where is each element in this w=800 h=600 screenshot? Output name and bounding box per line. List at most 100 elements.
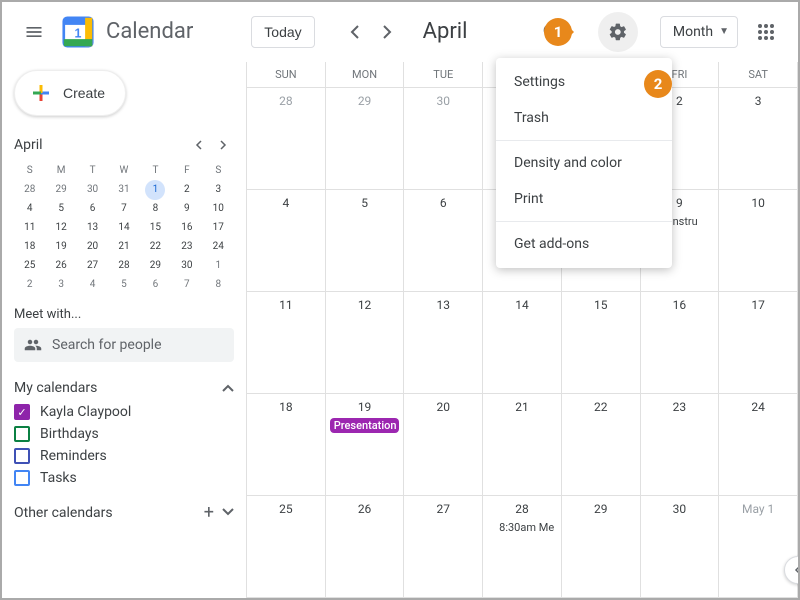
mini-day-cell[interactable]: 24	[203, 238, 234, 255]
day-number: 23	[645, 400, 715, 414]
day-cell[interactable]: 22	[562, 394, 641, 495]
day-cell[interactable]: 17	[719, 292, 798, 393]
mini-day-cell[interactable]: 7	[108, 200, 139, 217]
day-cell[interactable]: 288:30am Me	[483, 496, 562, 597]
mini-day-cell[interactable]: 29	[45, 181, 76, 198]
mini-day-cell[interactable]: 26	[45, 257, 76, 274]
mini-day-cell[interactable]: 18	[14, 238, 45, 255]
day-cell[interactable]: 30	[404, 88, 483, 189]
day-cell[interactable]: 25	[247, 496, 326, 597]
mini-day-cell[interactable]: 13	[77, 219, 108, 236]
day-cell[interactable]: 20	[404, 394, 483, 495]
mini-day-cell[interactable]: 8	[140, 200, 171, 217]
create-button[interactable]: Create	[14, 70, 126, 116]
other-calendars-toggle[interactable]: Other calendars +	[14, 504, 234, 522]
today-button[interactable]: Today	[251, 16, 314, 48]
mini-day-cell[interactable]: 19	[45, 238, 76, 255]
mini-day-cell[interactable]: 6	[140, 276, 171, 293]
menu-item-print[interactable]: Print	[496, 181, 672, 217]
day-cell[interactable]: 3	[719, 88, 798, 189]
mini-day-cell[interactable]: 6	[77, 200, 108, 217]
mini-day-cell[interactable]: 20	[77, 238, 108, 255]
calendar-list-item[interactable]: Kayla Claypool	[14, 404, 234, 420]
mini-day-cell[interactable]: 16	[171, 219, 202, 236]
mini-day-cell[interactable]: 27	[77, 257, 108, 274]
calendar-list-item[interactable]: Birthdays	[14, 426, 234, 442]
mini-day-cell[interactable]: 22	[140, 238, 171, 255]
mini-day-cell[interactable]: 1	[140, 181, 171, 198]
day-cell[interactable]: May 1	[719, 496, 798, 597]
view-switcher[interactable]: Month ▼	[660, 16, 738, 48]
mini-day-cell[interactable]: 14	[108, 219, 139, 236]
mini-day-cell[interactable]: 31	[108, 181, 139, 198]
gear-icon	[608, 22, 628, 42]
mini-day-cell[interactable]: 2	[171, 181, 202, 198]
day-cell[interactable]: 10	[719, 190, 798, 291]
mini-day-cell[interactable]: 28	[108, 257, 139, 274]
mini-day-cell[interactable]: 17	[203, 219, 234, 236]
calendar-list-item[interactable]: Reminders	[14, 448, 234, 464]
mini-day-cell[interactable]: 25	[14, 257, 45, 274]
mini-day-cell[interactable]: 7	[171, 276, 202, 293]
google-apps-button[interactable]	[746, 12, 786, 52]
mini-day-cell[interactable]: 15	[140, 219, 171, 236]
day-cell[interactable]: 23	[641, 394, 720, 495]
mini-day-cell[interactable]: 3	[203, 181, 234, 198]
day-cell[interactable]: 15	[562, 292, 641, 393]
day-cell[interactable]: 16	[641, 292, 720, 393]
add-other-calendar-button[interactable]: +	[204, 504, 214, 522]
mini-day-cell[interactable]: 4	[14, 200, 45, 217]
mini-day-cell[interactable]: 5	[108, 276, 139, 293]
tutorial-callout-2: 2	[644, 70, 672, 98]
event-chip[interactable]: 8:30am Me	[487, 520, 557, 535]
day-number: 30	[408, 94, 478, 108]
day-cell[interactable]: 12	[326, 292, 405, 393]
calendar-list-item[interactable]: Tasks	[14, 470, 234, 486]
day-cell[interactable]: 11	[247, 292, 326, 393]
mini-day-cell[interactable]: 1	[203, 257, 234, 274]
mini-day-cell[interactable]: 3	[45, 276, 76, 293]
day-cell[interactable]: 13	[404, 292, 483, 393]
mini-next-button[interactable]	[212, 134, 234, 156]
calendar-logo-icon: 1	[62, 16, 94, 48]
search-people-input[interactable]: Search for people	[14, 328, 234, 362]
mini-day-cell[interactable]: 30	[171, 257, 202, 274]
mini-prev-button[interactable]	[188, 134, 210, 156]
mini-day-cell[interactable]: 5	[45, 200, 76, 217]
day-cell[interactable]: 28	[247, 88, 326, 189]
mini-day-cell[interactable]: 8	[203, 276, 234, 293]
day-cell[interactable]: 19Presentation	[326, 394, 405, 495]
mini-day-cell[interactable]: 2	[14, 276, 45, 293]
mini-day-cell[interactable]: 9	[171, 200, 202, 217]
my-calendars-toggle[interactable]: My calendars	[14, 380, 234, 396]
settings-button[interactable]	[598, 12, 638, 52]
mini-day-cell[interactable]: 21	[108, 238, 139, 255]
day-cell[interactable]: 26	[326, 496, 405, 597]
day-cell[interactable]: 27	[404, 496, 483, 597]
mini-day-cell[interactable]: 30	[77, 181, 108, 198]
day-cell[interactable]: 29	[326, 88, 405, 189]
main-menu-button[interactable]	[14, 12, 54, 52]
mini-day-cell[interactable]: 23	[171, 238, 202, 255]
event-chip[interactable]: Presentation	[330, 418, 400, 433]
mini-day-cell[interactable]: 10	[203, 200, 234, 217]
mini-day-cell[interactable]: 11	[14, 219, 45, 236]
mini-day-cell[interactable]: 12	[45, 219, 76, 236]
menu-item-addons[interactable]: Get add-ons	[496, 226, 672, 262]
mini-day-cell[interactable]: 4	[77, 276, 108, 293]
next-month-button[interactable]	[371, 16, 403, 48]
mini-day-cell[interactable]: 28	[14, 181, 45, 198]
prev-month-button[interactable]	[339, 16, 371, 48]
menu-item-trash[interactable]: Trash	[496, 100, 672, 136]
mini-day-cell[interactable]: 29	[140, 257, 171, 274]
day-cell[interactable]: 24	[719, 394, 798, 495]
day-cell[interactable]: 29	[562, 496, 641, 597]
day-cell[interactable]: 6	[404, 190, 483, 291]
day-cell[interactable]: 30	[641, 496, 720, 597]
day-cell[interactable]: 4	[247, 190, 326, 291]
menu-item-density[interactable]: Density and color	[496, 145, 672, 181]
day-cell[interactable]: 5	[326, 190, 405, 291]
day-cell[interactable]: 14	[483, 292, 562, 393]
day-cell[interactable]: 21	[483, 394, 562, 495]
day-cell[interactable]: 18	[247, 394, 326, 495]
